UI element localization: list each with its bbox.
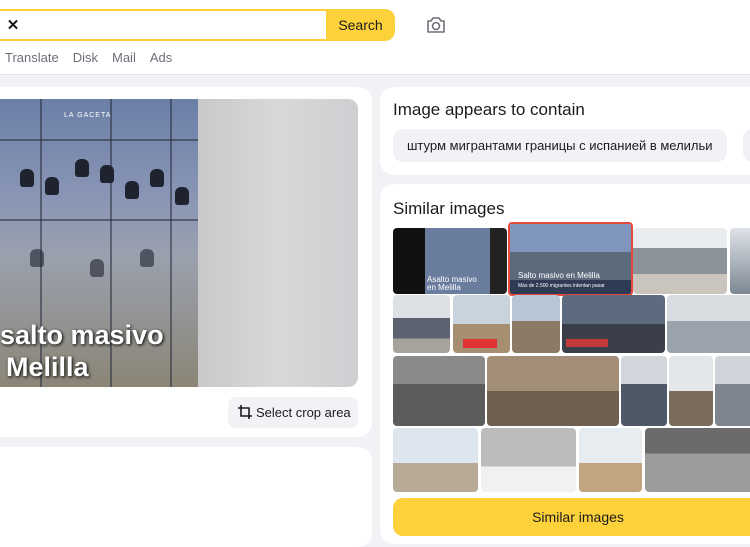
similar-thumb[interactable]: [393, 428, 478, 492]
nav-ads[interactable]: Ads: [150, 50, 172, 65]
close-icon[interactable]: ✕: [4, 17, 22, 35]
contains-chip[interactable]: штурм мигрантами границы с испанией в ме…: [393, 129, 727, 162]
similar-thumb-selected[interactable]: Salto masivo en Melilla Más de 2.500 mig…: [508, 222, 633, 296]
nav-translate[interactable]: Translate: [5, 50, 59, 65]
camera-icon[interactable]: [425, 14, 447, 36]
similar-thumb[interactable]: Asalto masivo en Melilla: [393, 228, 507, 294]
nav-disk[interactable]: Disk: [73, 50, 98, 65]
service-nav: Translate Disk Mail Ads: [5, 50, 172, 65]
preview-watermark: LA GACETA: [64, 112, 112, 119]
similar-thumb[interactable]: [669, 356, 713, 426]
contains-chip-next[interactable]: [743, 129, 750, 162]
similar-thumb[interactable]: [481, 428, 576, 492]
similar-thumb[interactable]: [633, 228, 727, 294]
search-button[interactable]: Search: [326, 9, 395, 41]
query-image[interactable]: LA GACETA salto masivo Melilla: [0, 99, 358, 387]
similar-thumb[interactable]: [730, 228, 750, 294]
similar-thumb[interactable]: [667, 295, 750, 353]
select-crop-label: Select crop area: [256, 405, 351, 420]
query-image-blurred-area: [198, 99, 358, 387]
similar-thumb[interactable]: [621, 356, 667, 426]
nav-mail[interactable]: Mail: [112, 50, 136, 65]
header: ✕ Search Translate Disk Mail Ads: [0, 0, 750, 75]
select-crop-button[interactable]: Select crop area: [228, 397, 358, 428]
similar-thumb[interactable]: [487, 356, 619, 426]
crop-icon: [238, 405, 252, 419]
similar-thumb[interactable]: [453, 295, 510, 353]
similar-thumb[interactable]: [512, 295, 560, 353]
similar-images-panel: Similar images Asalto masivo en Melilla …: [380, 184, 750, 544]
contains-panel: Image appears to contain штурм мигрантам…: [380, 87, 750, 175]
similar-thumb[interactable]: [393, 295, 450, 353]
preview-caption: salto masivo Melilla: [0, 320, 164, 382]
query-image-photo: LA GACETA salto masivo Melilla: [0, 99, 198, 387]
similar-thumb[interactable]: [715, 356, 750, 426]
contains-title: Image appears to contain: [393, 100, 585, 119]
secondary-panel: [0, 447, 372, 547]
similar-thumb[interactable]: [562, 295, 665, 353]
similar-thumb[interactable]: [393, 356, 485, 426]
similar-thumb[interactable]: [579, 428, 642, 492]
similar-images-button[interactable]: Similar images: [393, 498, 750, 536]
similar-thumb[interactable]: [645, 428, 750, 492]
similar-images-title: Similar images: [393, 199, 505, 218]
